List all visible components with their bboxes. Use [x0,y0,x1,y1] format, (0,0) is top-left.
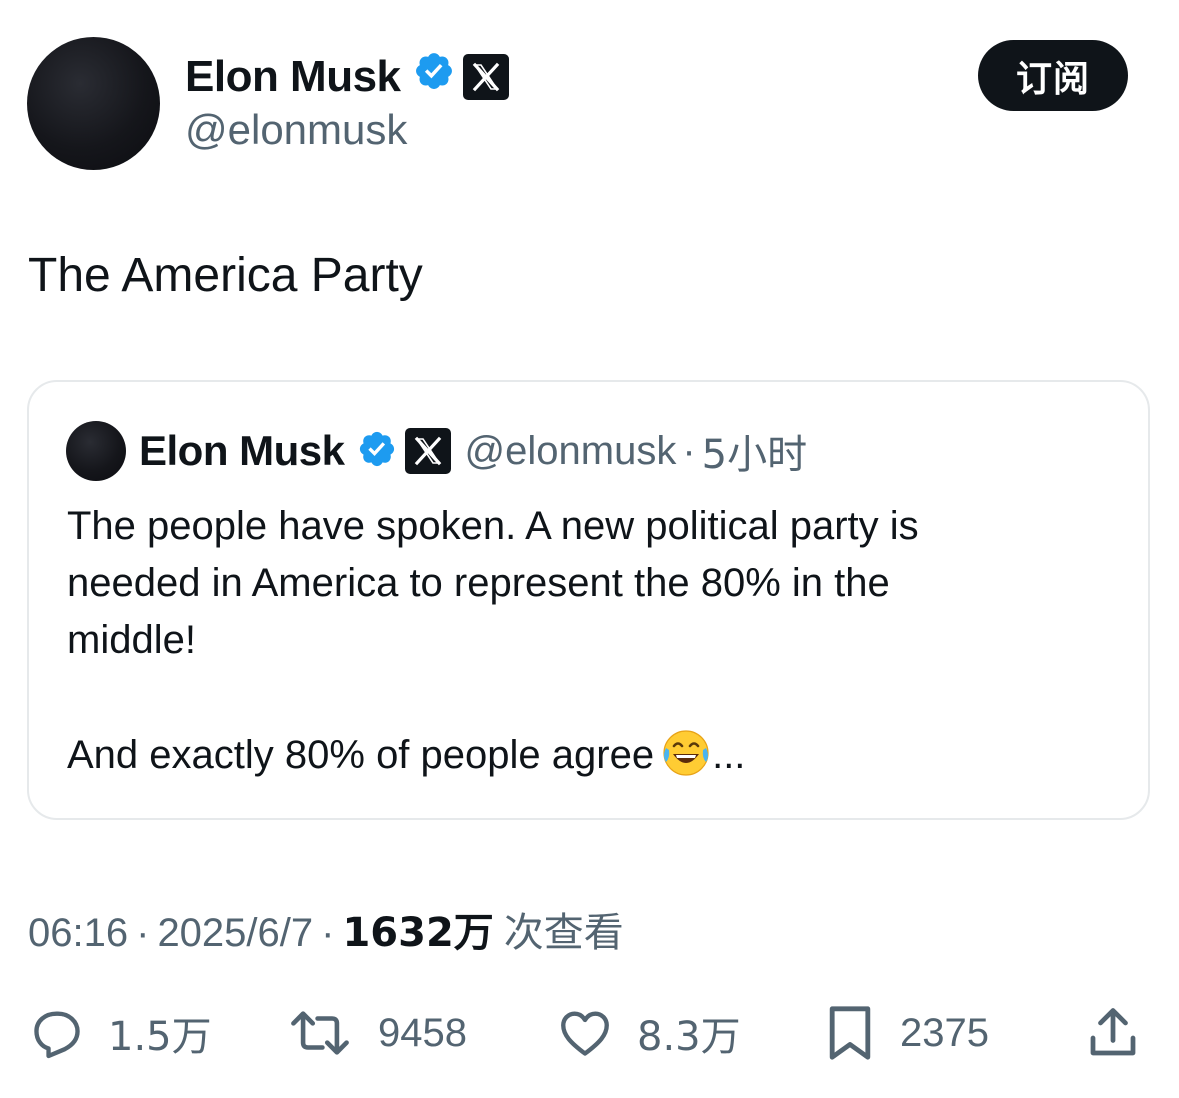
quoted-tweet-time: 5小时 [701,432,808,478]
reply-count: 1.5万 [108,1014,212,1060]
like-count: 8.3万 [637,1014,741,1060]
subscribe-button[interactable]: 订阅 [978,40,1128,111]
tweet-time[interactable]: 06:16 [28,911,128,956]
share-icon [1083,1003,1143,1063]
ellipsis: ... [712,733,746,777]
separator-dot: · [682,428,696,473]
quoted-tweet-header: Elon Musk @elonmusk · 5小时 [139,424,807,478]
author-name-row[interactable]: Elon Musk [185,50,509,103]
bookmark-button[interactable]: 2375 [822,1003,989,1063]
tweet-date[interactable]: 2025/6/7 [157,911,313,956]
share-button[interactable] [1083,1003,1143,1063]
reply-button[interactable]: 1.5万 [28,1003,212,1063]
like-button[interactable]: 8.3万 [555,1003,741,1063]
author-handle[interactable]: @elonmusk [185,106,407,154]
reply-icon [28,1004,86,1062]
face-with-tears-of-joy-icon [660,726,712,794]
quoted-tweet-text: The people have spoken. A new political … [67,498,1127,794]
author-avatar[interactable] [27,37,160,170]
views-count: 1632万 [342,910,494,956]
repost-count: 9458 [378,1010,467,1055]
quoted-author-avatar[interactable] [66,421,126,481]
bookmark-count: 2375 [900,1010,989,1055]
author-name[interactable]: Elon Musk [185,52,401,102]
tweet-meta: 06:16 · 2025/6/7 · 1632万 次查看 [28,900,624,958]
repost-icon [286,1004,354,1062]
repost-button[interactable]: 9458 [286,1003,467,1063]
quoted-tweet-body: The people have spoken. A new political … [67,504,919,777]
verified-badge-icon [357,429,397,474]
quoted-author-name: Elon Musk [139,427,345,474]
heart-icon [555,1004,615,1062]
x-logo-icon [462,53,509,100]
bookmark-icon [822,1002,878,1064]
x-logo-icon [404,428,451,474]
separator-dot: · [136,911,150,955]
views-label: 次查看 [503,910,624,956]
quoted-author-handle: @elonmusk [464,428,677,473]
tweet-text: The America Party [28,249,423,302]
verified-badge-icon [413,50,455,103]
separator-dot: · [321,911,335,955]
